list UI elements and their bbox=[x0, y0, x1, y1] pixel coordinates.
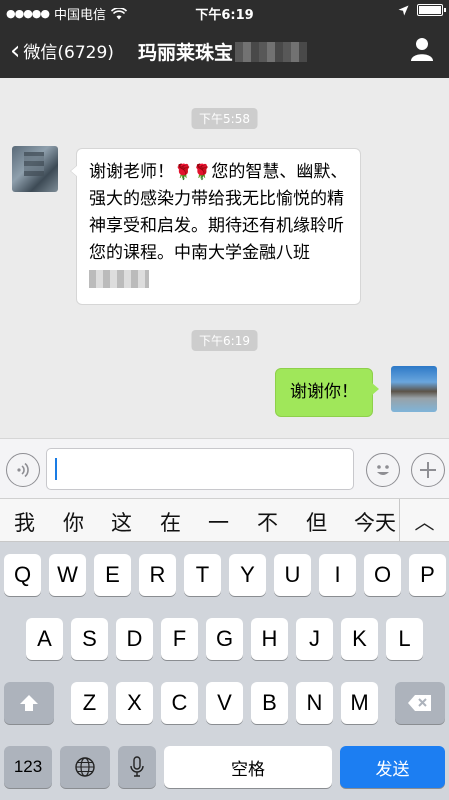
chat-title: 玛丽莱珠宝 bbox=[138, 38, 308, 65]
key-j[interactable]: J bbox=[296, 618, 333, 660]
text-caret bbox=[55, 458, 57, 480]
location-arrow-icon bbox=[398, 5, 409, 15]
back-button[interactable]: ‹ 微信(6729) bbox=[10, 35, 114, 66]
key-m[interactable]: M bbox=[341, 682, 378, 724]
key-t[interactable]: T bbox=[184, 554, 221, 596]
chevron-up-icon: ︿ bbox=[414, 510, 435, 534]
timestamp: 下午5:58 bbox=[191, 108, 258, 129]
key-o[interactable]: O bbox=[364, 554, 401, 596]
rose-icon: 🌹 bbox=[192, 163, 212, 181]
key-d[interactable]: D bbox=[116, 618, 153, 660]
key-u[interactable]: U bbox=[274, 554, 311, 596]
key-w[interactable]: W bbox=[49, 554, 86, 596]
message-input[interactable] bbox=[46, 448, 354, 490]
space-key[interactable]: 空格 bbox=[164, 746, 332, 788]
sender-avatar[interactable] bbox=[12, 146, 58, 192]
backspace-key[interactable] bbox=[395, 682, 445, 724]
key-l[interactable]: L bbox=[386, 618, 423, 660]
key-v[interactable]: V bbox=[206, 682, 243, 724]
key-b[interactable]: B bbox=[251, 682, 288, 724]
blurred-name bbox=[89, 270, 149, 288]
emoji-button[interactable] bbox=[366, 453, 400, 487]
key-n[interactable]: N bbox=[296, 682, 333, 724]
back-label: 微信(6729) bbox=[23, 43, 114, 63]
voice-icon bbox=[17, 462, 29, 478]
dictation-key[interactable] bbox=[118, 746, 156, 788]
rose-icon: 🌹 bbox=[174, 163, 193, 181]
expand-candidates-button[interactable]: ︿ bbox=[399, 499, 449, 542]
battery-icon bbox=[417, 4, 446, 16]
key-h[interactable]: H bbox=[251, 618, 288, 660]
timestamp: 下午6:19 bbox=[191, 330, 258, 351]
sent-message-text: 谢谢你！ bbox=[290, 382, 358, 402]
candidate-word[interactable]: 一 bbox=[208, 507, 229, 537]
microphone-icon bbox=[130, 756, 144, 777]
candidate-word[interactable]: 我 bbox=[14, 507, 35, 537]
shift-icon bbox=[20, 695, 38, 711]
received-message[interactable]: 谢谢老师！🌹🌹您的智慧、幽默、强大的感染力带给我无比愉悦的精神享受和启发。期待还… bbox=[70, 148, 361, 305]
candidate-word[interactable]: 这 bbox=[111, 507, 132, 537]
key-s[interactable]: S bbox=[71, 618, 108, 660]
candidate-bar: 我 你 这 在 一 不 但 今天 ︿ bbox=[0, 498, 449, 542]
my-avatar[interactable] bbox=[391, 366, 437, 412]
keyboard: Q W E R T Y U I O P A S D F G H J K L Z … bbox=[0, 542, 449, 800]
key-y[interactable]: Y bbox=[229, 554, 266, 596]
profile-icon[interactable] bbox=[409, 36, 435, 62]
chevron-left-icon: ‹ bbox=[10, 35, 21, 66]
plus-icon bbox=[420, 462, 436, 478]
key-c[interactable]: C bbox=[161, 682, 198, 724]
message-text-part1: 谢谢老师！ bbox=[89, 162, 174, 182]
candidate-word[interactable]: 你 bbox=[63, 507, 84, 537]
numbers-key[interactable]: 123 bbox=[4, 746, 52, 788]
status-bar: ●●●●● 中国电信 下午6:19 bbox=[0, 0, 449, 24]
key-p[interactable]: P bbox=[409, 554, 446, 596]
title-blur bbox=[235, 42, 308, 62]
key-f[interactable]: F bbox=[161, 618, 198, 660]
candidate-word[interactable]: 在 bbox=[160, 507, 181, 537]
globe-icon bbox=[75, 757, 95, 777]
key-q[interactable]: Q bbox=[4, 554, 41, 596]
key-z[interactable]: Z bbox=[71, 682, 108, 724]
candidate-word[interactable]: 不 bbox=[257, 507, 278, 537]
chat-area[interactable]: 下午5:58 谢谢老师！🌹🌹您的智慧、幽默、强大的感染力带给我无比愉悦的精神享受… bbox=[0, 78, 449, 438]
plus-button[interactable] bbox=[411, 453, 445, 487]
header: ●●●●● 中国电信 下午6:19 ‹ 微信(6729) 玛丽莱珠宝 bbox=[0, 0, 449, 78]
key-a[interactable]: A bbox=[26, 618, 63, 660]
key-x[interactable]: X bbox=[116, 682, 153, 724]
emoji-icon bbox=[377, 465, 389, 475]
voice-button[interactable] bbox=[6, 453, 40, 487]
status-time: 下午6:19 bbox=[195, 8, 254, 23]
key-e[interactable]: E bbox=[94, 554, 131, 596]
key-k[interactable]: K bbox=[341, 618, 378, 660]
key-i[interactable]: I bbox=[319, 554, 356, 596]
candidate-word[interactable]: 但 bbox=[306, 507, 327, 537]
key-r[interactable]: R bbox=[139, 554, 176, 596]
candidate-word[interactable]: 今天 bbox=[354, 507, 398, 537]
chat-title-text: 玛丽莱珠宝 bbox=[138, 42, 234, 64]
globe-key[interactable] bbox=[60, 746, 110, 788]
backspace-icon bbox=[408, 695, 431, 711]
nav-bar: ‹ 微信(6729) 玛丽莱珠宝 bbox=[0, 24, 449, 78]
shift-key[interactable] bbox=[4, 682, 54, 724]
input-bar bbox=[0, 438, 449, 498]
sent-message[interactable]: 谢谢你！ bbox=[275, 368, 379, 417]
key-g[interactable]: G bbox=[206, 618, 243, 660]
send-key[interactable]: 发送 bbox=[340, 746, 445, 788]
